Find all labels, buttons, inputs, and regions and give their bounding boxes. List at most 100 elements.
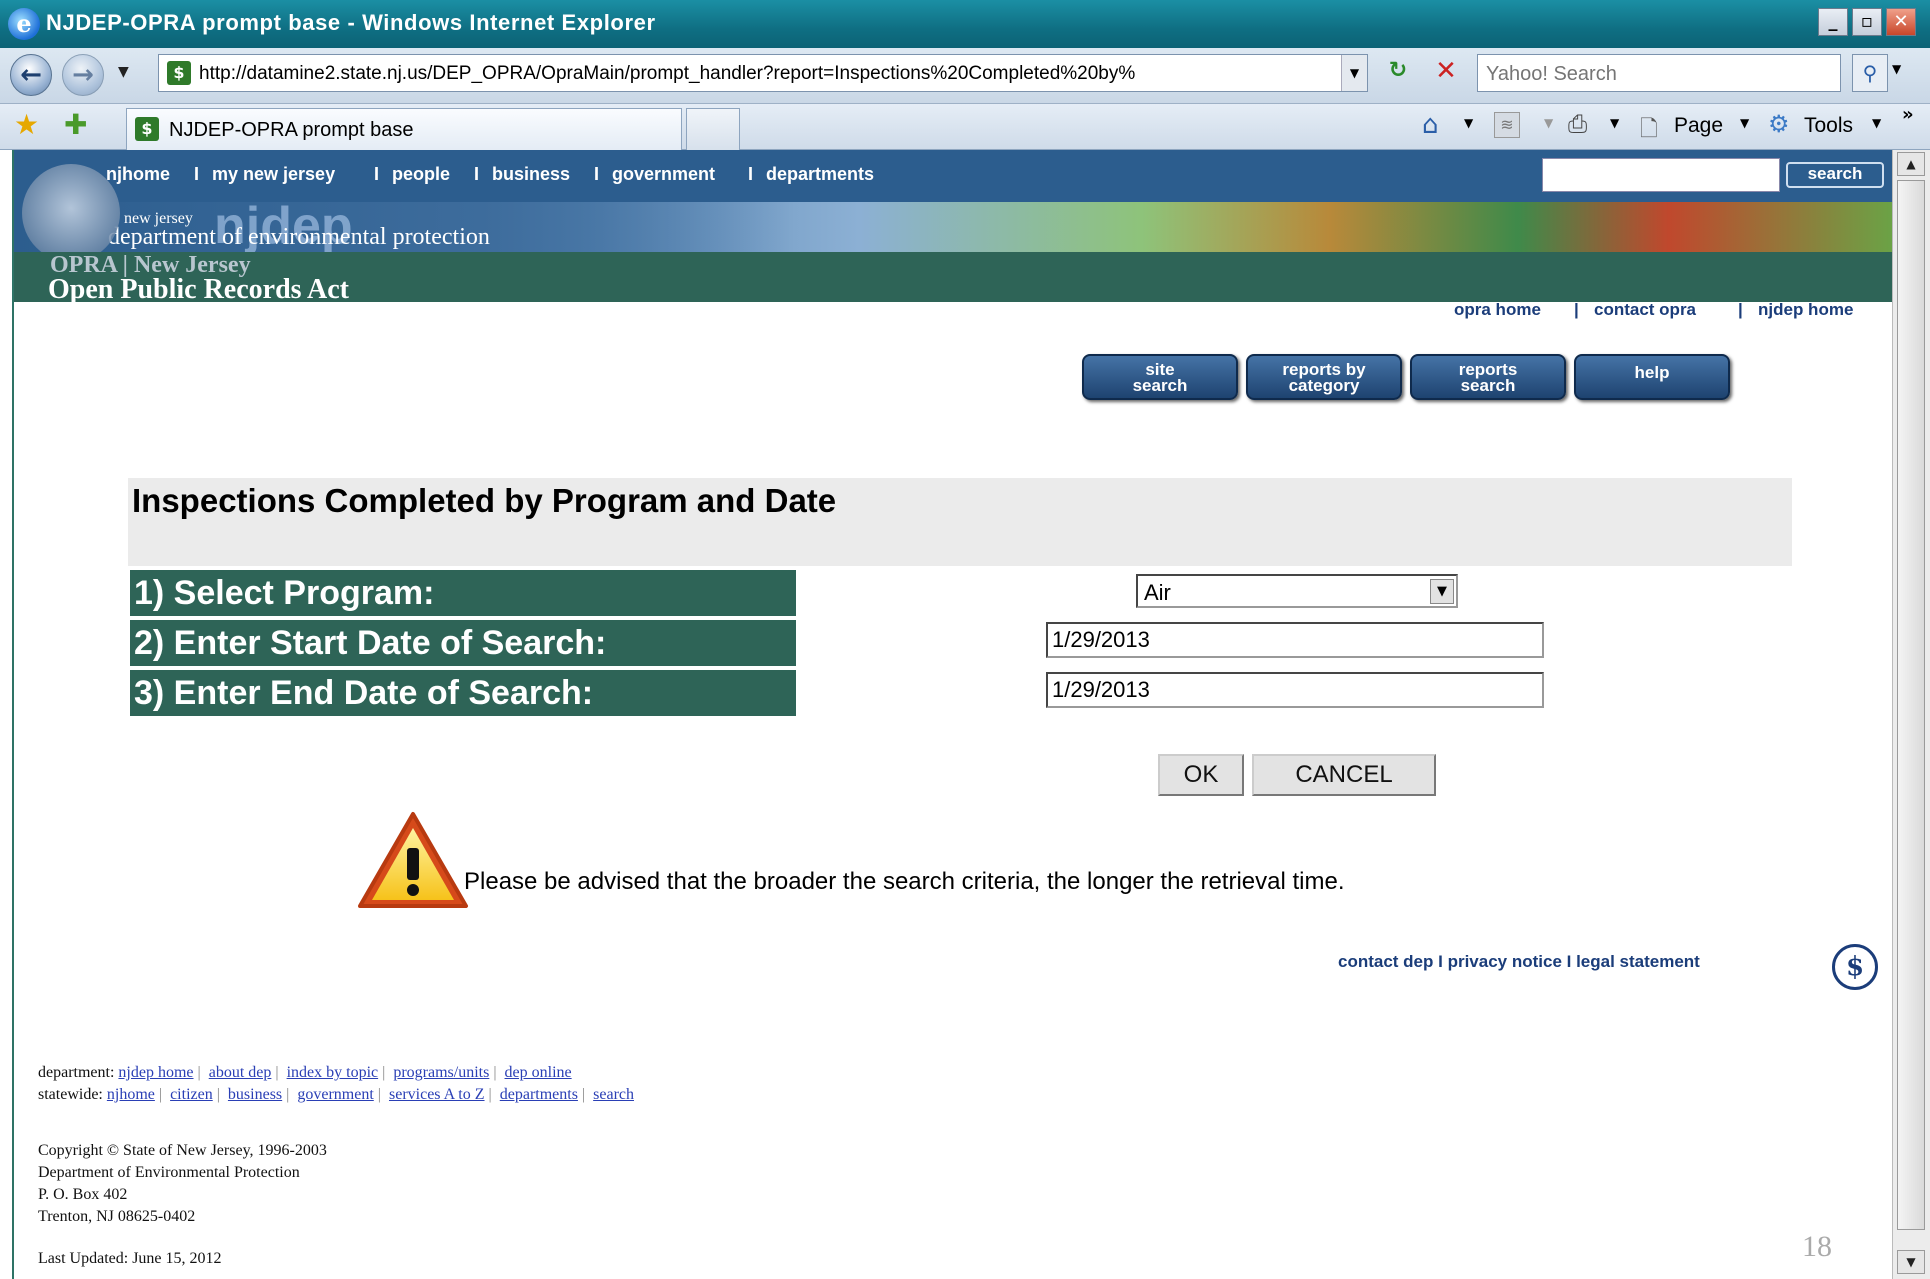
nav-separator: I: [748, 164, 754, 184]
nj-seal-icon: $: [1832, 944, 1878, 990]
nav-link-njhome[interactable]: njhome: [106, 164, 170, 185]
dept-link-njdep-home[interactable]: njdep home: [118, 1064, 193, 1081]
dept-link-index-by-topic[interactable]: index by topic: [287, 1064, 379, 1081]
site-search-input[interactable]: [1542, 158, 1780, 192]
nav-link-people[interactable]: people: [392, 164, 450, 185]
vertical-scrollbar[interactable]: ▲ ▼: [1892, 150, 1930, 1279]
restore-button[interactable]: ▫: [1852, 8, 1882, 36]
chevron-down-icon[interactable]: ▼: [1430, 579, 1454, 604]
program-select-value: Air: [1144, 580, 1171, 605]
pill-label-line2: search: [1460, 376, 1516, 395]
help-button[interactable]: help: [1574, 354, 1730, 400]
tab-title: NJDEP-OPRA prompt base: [169, 119, 414, 141]
new-tab-button[interactable]: [686, 108, 740, 150]
page-menu[interactable]: Page: [1674, 114, 1723, 138]
link-separator: |: [1574, 300, 1579, 319]
state-link-search[interactable]: search: [593, 1086, 634, 1103]
page-dropdown-icon[interactable]: ▼: [1740, 116, 1749, 130]
state-link-business[interactable]: business: [228, 1086, 282, 1103]
url-field[interactable]: $ http://datamine2.state.nj.us/DEP_OPRA/…: [158, 54, 1368, 92]
address-bar: ← → ▼ $ http://datamine2.state.nj.us/DEP…: [0, 48, 1930, 104]
scroll-down-icon[interactable]: ▼: [1897, 1250, 1925, 1274]
tab-favicon-icon: $: [135, 117, 159, 141]
chevron-overflow-icon[interactable]: »: [1902, 104, 1914, 125]
end-date-field[interactable]: [1046, 672, 1544, 708]
web-search-box[interactable]: [1477, 54, 1841, 92]
search-options-icon[interactable]: ▼: [1892, 62, 1901, 76]
nj-state-logo-icon: [22, 164, 120, 262]
dept-link-programs-units[interactable]: programs/units: [393, 1064, 489, 1081]
url-text: http://datamine2.state.nj.us/DEP_OPRA/Op…: [199, 63, 1136, 84]
address-line: Trenton, NJ 08625-0402: [38, 1208, 196, 1225]
refresh-icon[interactable]: ↻: [1378, 58, 1418, 92]
cancel-button[interactable]: CANCEL: [1252, 754, 1436, 796]
nav-link-government[interactable]: government: [612, 164, 715, 185]
dept-link-dep-online[interactable]: dep online: [505, 1064, 572, 1081]
statewide-label: statewide:: [38, 1086, 103, 1103]
tools-menu[interactable]: Tools: [1804, 114, 1853, 138]
forward-button[interactable]: →: [62, 54, 104, 96]
web-search-input[interactable]: [1484, 61, 1824, 87]
close-window-button[interactable]: ✕: [1886, 8, 1916, 36]
link-separator: |: [1738, 300, 1743, 319]
state-link-njhome[interactable]: njhome: [107, 1086, 155, 1103]
add-favorite-icon[interactable]: ✚: [64, 108, 87, 141]
stop-icon[interactable]: ✕: [1428, 56, 1464, 90]
scroll-up-icon[interactable]: ▲: [1897, 152, 1925, 176]
url-dropdown-icon[interactable]: ▼: [1341, 55, 1367, 91]
agency-name: department of environmental protection: [108, 224, 490, 250]
feeds-dropdown-icon[interactable]: ▼: [1544, 116, 1553, 130]
copyright-text: Copyright © State of New Jersey, 1996-20…: [38, 1142, 327, 1159]
address-line: Department of Environmental Protection: [38, 1164, 300, 1181]
home-dropdown-icon[interactable]: ▼: [1464, 116, 1473, 130]
nav-link-my-new-jersey[interactable]: my new jersey: [212, 164, 335, 185]
tools-dropdown-icon[interactable]: ▼: [1872, 116, 1881, 130]
search-magnifier-icon[interactable]: ⚲: [1852, 54, 1888, 92]
favorites-bar: ★ ✚ $ NJDEP-OPRA prompt base ⌂ ▼ ≋ ▼ ⎙ ▼…: [0, 104, 1930, 150]
scroll-thumb[interactable]: [1897, 180, 1925, 1230]
nav-link-departments[interactable]: departments: [766, 164, 874, 185]
state-link-services[interactable]: services A to Z: [389, 1086, 485, 1103]
state-link-departments[interactable]: departments: [500, 1086, 578, 1103]
state-link-government[interactable]: government: [297, 1086, 373, 1103]
favorites-star-icon[interactable]: ★: [14, 108, 39, 141]
program-select[interactable]: Air ▼: [1136, 574, 1458, 608]
department-links-row: department: njdep home | about dep | index…: [38, 1064, 572, 1081]
nav-link-business[interactable]: business: [492, 164, 570, 185]
print-dropdown-icon[interactable]: ▼: [1610, 116, 1619, 130]
legal-links[interactable]: contact dep I privacy notice I legal sta…: [1338, 952, 1700, 972]
opra-header: OPRA | New Jersey Open Public Records Ac…: [14, 252, 1892, 305]
start-date-label: 2) Enter Start Date of Search:: [130, 620, 796, 666]
page-icon: 🗋: [1640, 117, 1658, 142]
print-icon[interactable]: ⎙: [1568, 110, 1587, 138]
opra-home-link[interactable]: opra home: [1454, 300, 1541, 320]
ok-button[interactable]: OK: [1158, 754, 1244, 796]
dept-link-about-dep[interactable]: about dep: [209, 1064, 272, 1081]
home-icon[interactable]: ⌂: [1422, 110, 1439, 140]
nav-separator: I: [594, 164, 600, 184]
state-link-citizen[interactable]: citizen: [170, 1086, 213, 1103]
site-search-button[interactable]: search: [1786, 162, 1884, 188]
feeds-icon[interactable]: ≋: [1494, 112, 1520, 138]
last-updated-text: Last Updated: June 15, 2012: [38, 1250, 222, 1267]
nav-separator: I: [374, 164, 380, 184]
reports-search-button[interactable]: reports search: [1410, 354, 1566, 400]
warning-icon: [358, 812, 468, 908]
statewide-links-row: statewide: njhome | citizen | business | go…: [38, 1086, 634, 1103]
nj-top-nav: njhome I my new jersey I people I busine…: [14, 150, 1892, 202]
site-search-pill-button[interactable]: site search: [1082, 354, 1238, 400]
browser-tab[interactable]: $ NJDEP-OPRA prompt base: [126, 108, 682, 150]
window-title-bar: e NJDEP-OPRA prompt base - Windows Inter…: [0, 0, 1930, 48]
tools-gear-icon: ⚙: [1768, 110, 1790, 138]
back-button[interactable]: ←: [10, 54, 52, 96]
history-dropdown-icon[interactable]: ▼: [118, 64, 129, 80]
page-viewport: njhome I my new jersey I people I busine…: [12, 150, 1892, 1279]
window-title: NJDEP-OPRA prompt base - Windows Interne…: [46, 10, 656, 35]
contact-opra-link[interactable]: contact opra: [1594, 300, 1696, 320]
njdep-home-link[interactable]: njdep home: [1758, 300, 1853, 320]
site-favicon-icon: $: [167, 61, 191, 85]
reports-by-category-button[interactable]: reports by category: [1246, 354, 1402, 400]
start-date-field[interactable]: [1046, 622, 1544, 658]
minimize-button[interactable]: _: [1818, 8, 1848, 36]
pill-label-line2: search: [1132, 376, 1188, 395]
